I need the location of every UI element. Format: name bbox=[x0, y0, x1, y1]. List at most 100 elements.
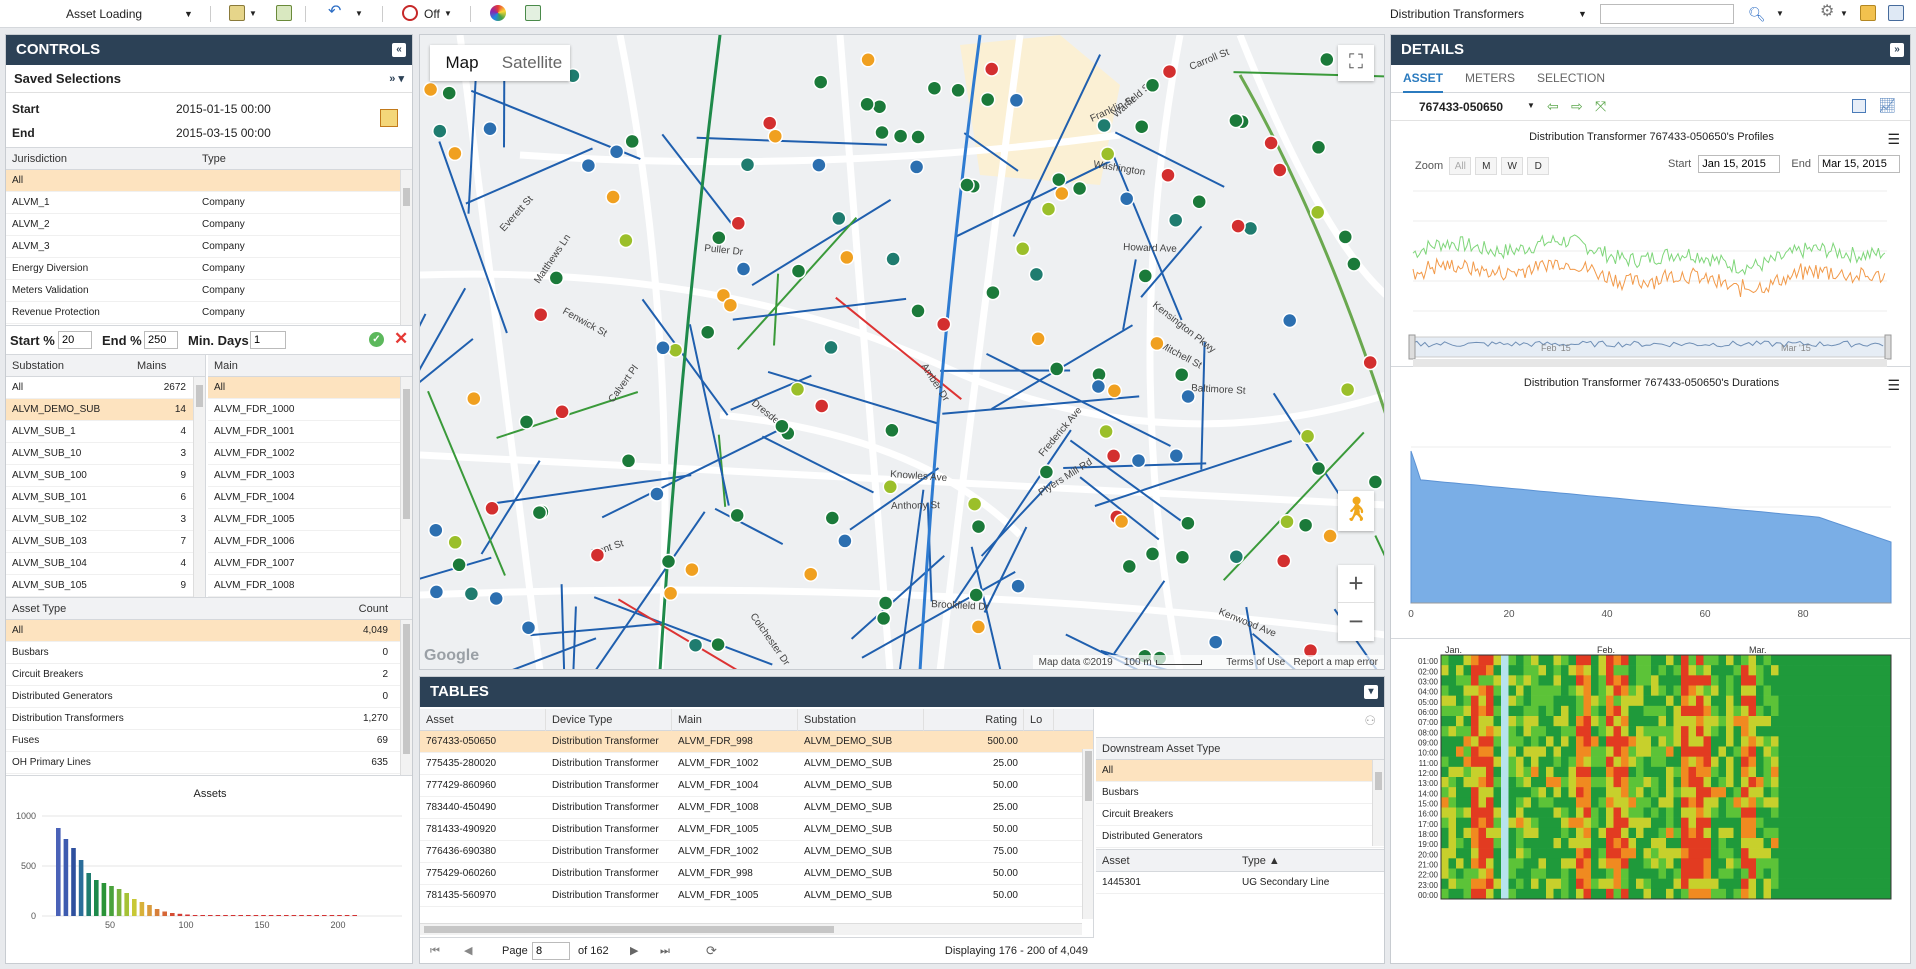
clear-x-icon[interactable]: ✕ bbox=[394, 329, 408, 349]
list-item[interactable]: ALVM_SUB_103 7 bbox=[6, 531, 205, 553]
filter-off-icon[interactable] bbox=[402, 5, 418, 21]
asset-marker[interactable] bbox=[618, 232, 634, 249]
col-ds-type[interactable]: Type ▲ bbox=[1236, 850, 1376, 872]
list-item[interactable]: Busbars bbox=[1096, 782, 1384, 804]
asset-marker[interactable] bbox=[1105, 448, 1122, 464]
mains-scrollbar[interactable] bbox=[400, 377, 412, 597]
asset-marker[interactable] bbox=[684, 561, 700, 578]
col-downstream-type[interactable]: Downstream Asset Type bbox=[1096, 738, 1220, 760]
asset-marker[interactable] bbox=[1180, 388, 1196, 405]
list-item[interactable]: All 2672 bbox=[6, 377, 205, 399]
asset-select[interactable]: 767433-050650 bbox=[1419, 100, 1503, 114]
asset-marker[interactable] bbox=[892, 128, 909, 144]
asset-marker[interactable] bbox=[1362, 354, 1378, 371]
asset-marker[interactable] bbox=[910, 303, 926, 319]
asset-marker[interactable] bbox=[1191, 193, 1207, 210]
asset-marker[interactable] bbox=[580, 157, 597, 174]
list-item[interactable]: Busbars 0 bbox=[6, 642, 412, 664]
asset-marker[interactable] bbox=[871, 98, 888, 115]
table-row[interactable]: 781433-490920 Distribution Transformer ALV… bbox=[420, 819, 1093, 841]
list-item[interactable]: ALVM_3 Company bbox=[6, 236, 412, 258]
table-row[interactable]: 1445301 UG Secondary Line bbox=[1096, 872, 1384, 894]
asset-marker[interactable] bbox=[950, 82, 966, 99]
asset-marker[interactable] bbox=[970, 518, 987, 535]
report-error-link[interactable]: Report a map error bbox=[1294, 657, 1378, 668]
col-asset-type[interactable]: Asset Type bbox=[6, 598, 180, 620]
load-heatmap[interactable]: Jan. Feb. Mar.01:0002:0003:0004:0005:0006:… bbox=[1391, 639, 1910, 905]
asset-marker[interactable] bbox=[447, 534, 463, 551]
asset-marker[interactable] bbox=[428, 584, 445, 600]
asset-marker[interactable] bbox=[813, 398, 830, 414]
asset-marker[interactable] bbox=[970, 619, 987, 635]
asset-marker[interactable] bbox=[1319, 51, 1335, 68]
asset-marker[interactable] bbox=[859, 96, 875, 113]
list-item[interactable]: Meters Validation Company bbox=[6, 280, 412, 302]
collapse-down-icon[interactable]: ▾ bbox=[1364, 685, 1378, 699]
asset-marker[interactable] bbox=[1167, 212, 1184, 228]
layer-select[interactable]: Distribution Transformers ▼ bbox=[1390, 5, 1590, 23]
asset-marker[interactable] bbox=[1144, 77, 1161, 94]
asset-marker[interactable] bbox=[730, 215, 747, 232]
asset-marker[interactable] bbox=[554, 404, 570, 420]
substation-scrollbar[interactable] bbox=[193, 377, 205, 597]
tab-asset[interactable]: ASSET bbox=[1403, 65, 1444, 93]
export-icon[interactable] bbox=[525, 5, 541, 21]
list-item[interactable]: ALVM_FDR_1007 bbox=[208, 553, 412, 575]
list-item[interactable]: ALVM_FDR_1000 bbox=[208, 399, 412, 421]
list-item[interactable]: Distributed Generators 0 bbox=[6, 686, 412, 708]
asset-marker[interactable] bbox=[1322, 528, 1338, 544]
asset-marker[interactable] bbox=[1263, 135, 1279, 151]
asset-marker[interactable] bbox=[532, 306, 549, 323]
asset-marker[interactable] bbox=[447, 145, 463, 162]
table-row[interactable]: 775435-280020 Distribution Transformer ALV… bbox=[420, 753, 1093, 775]
asset-marker[interactable] bbox=[739, 156, 756, 173]
asset-marker[interactable] bbox=[1173, 366, 1190, 383]
asset-marker[interactable] bbox=[910, 129, 926, 145]
list-item[interactable]: ALVM_SUB_101 6 bbox=[6, 487, 205, 509]
chevron-down-icon[interactable]: ▼ bbox=[1840, 5, 1848, 23]
asset-marker[interactable] bbox=[1106, 383, 1123, 399]
refresh-icon[interactable]: ⟳ bbox=[706, 938, 717, 964]
asset-marker[interactable] bbox=[1014, 241, 1031, 257]
asset-marker[interactable] bbox=[1228, 548, 1245, 565]
asset-marker[interactable] bbox=[620, 453, 637, 469]
list-item[interactable]: ALVM_1 Company bbox=[6, 192, 412, 214]
start-pct-input[interactable] bbox=[58, 331, 92, 349]
chevron-down-icon[interactable]: ▼ bbox=[1776, 5, 1784, 23]
asset-type-scrollbar[interactable] bbox=[400, 620, 412, 776]
asset-marker[interactable] bbox=[1160, 167, 1176, 183]
asset-marker[interactable] bbox=[1040, 201, 1057, 217]
asset-marker[interactable] bbox=[1297, 517, 1314, 533]
asset-marker[interactable] bbox=[1230, 218, 1246, 234]
asset-marker[interactable] bbox=[1174, 549, 1191, 565]
list-item[interactable]: Circuit Breakers bbox=[1096, 804, 1384, 826]
save-icon[interactable] bbox=[1888, 5, 1904, 21]
col-type[interactable]: Type bbox=[196, 148, 386, 170]
table-row[interactable]: 775429-060260 Distribution Transformer ALV… bbox=[420, 863, 1093, 885]
collapse-right-icon[interactable]: » bbox=[1890, 43, 1904, 57]
fullscreen-icon[interactable]: ⛶ bbox=[1338, 45, 1374, 81]
asset-marker[interactable] bbox=[1137, 268, 1154, 284]
list-item[interactable]: ALVM_DEMO_SUB 14 bbox=[6, 399, 205, 421]
asset-marker[interactable] bbox=[1207, 634, 1224, 650]
chevron-down-icon[interactable]: ▼ bbox=[355, 5, 363, 23]
asset-marker[interactable] bbox=[662, 585, 679, 602]
asset-marker[interactable] bbox=[1281, 312, 1298, 329]
asset-marker[interactable] bbox=[811, 157, 827, 173]
asset-marker[interactable] bbox=[660, 553, 677, 570]
asset-marker[interactable] bbox=[837, 533, 853, 549]
asset-marker[interactable] bbox=[520, 619, 537, 636]
asset-marker[interactable] bbox=[463, 586, 480, 602]
asset-marker[interactable] bbox=[422, 81, 439, 98]
asset-marker[interactable] bbox=[885, 251, 901, 267]
column-header[interactable]: Device Type bbox=[546, 709, 672, 731]
forward-arrow-icon[interactable]: ⇨ bbox=[1571, 98, 1583, 115]
end-pct-input[interactable] bbox=[144, 331, 178, 349]
saved-selections[interactable]: Saved Selections » ▾ bbox=[6, 65, 412, 93]
view-select[interactable]: Asset Loading ▼ bbox=[66, 5, 196, 23]
asset-marker[interactable] bbox=[484, 500, 500, 517]
zoom-in-icon[interactable]: + bbox=[1338, 565, 1374, 603]
asset-marker[interactable] bbox=[1130, 452, 1147, 469]
asset-marker[interactable] bbox=[711, 229, 727, 246]
asset-marker[interactable] bbox=[831, 210, 847, 227]
